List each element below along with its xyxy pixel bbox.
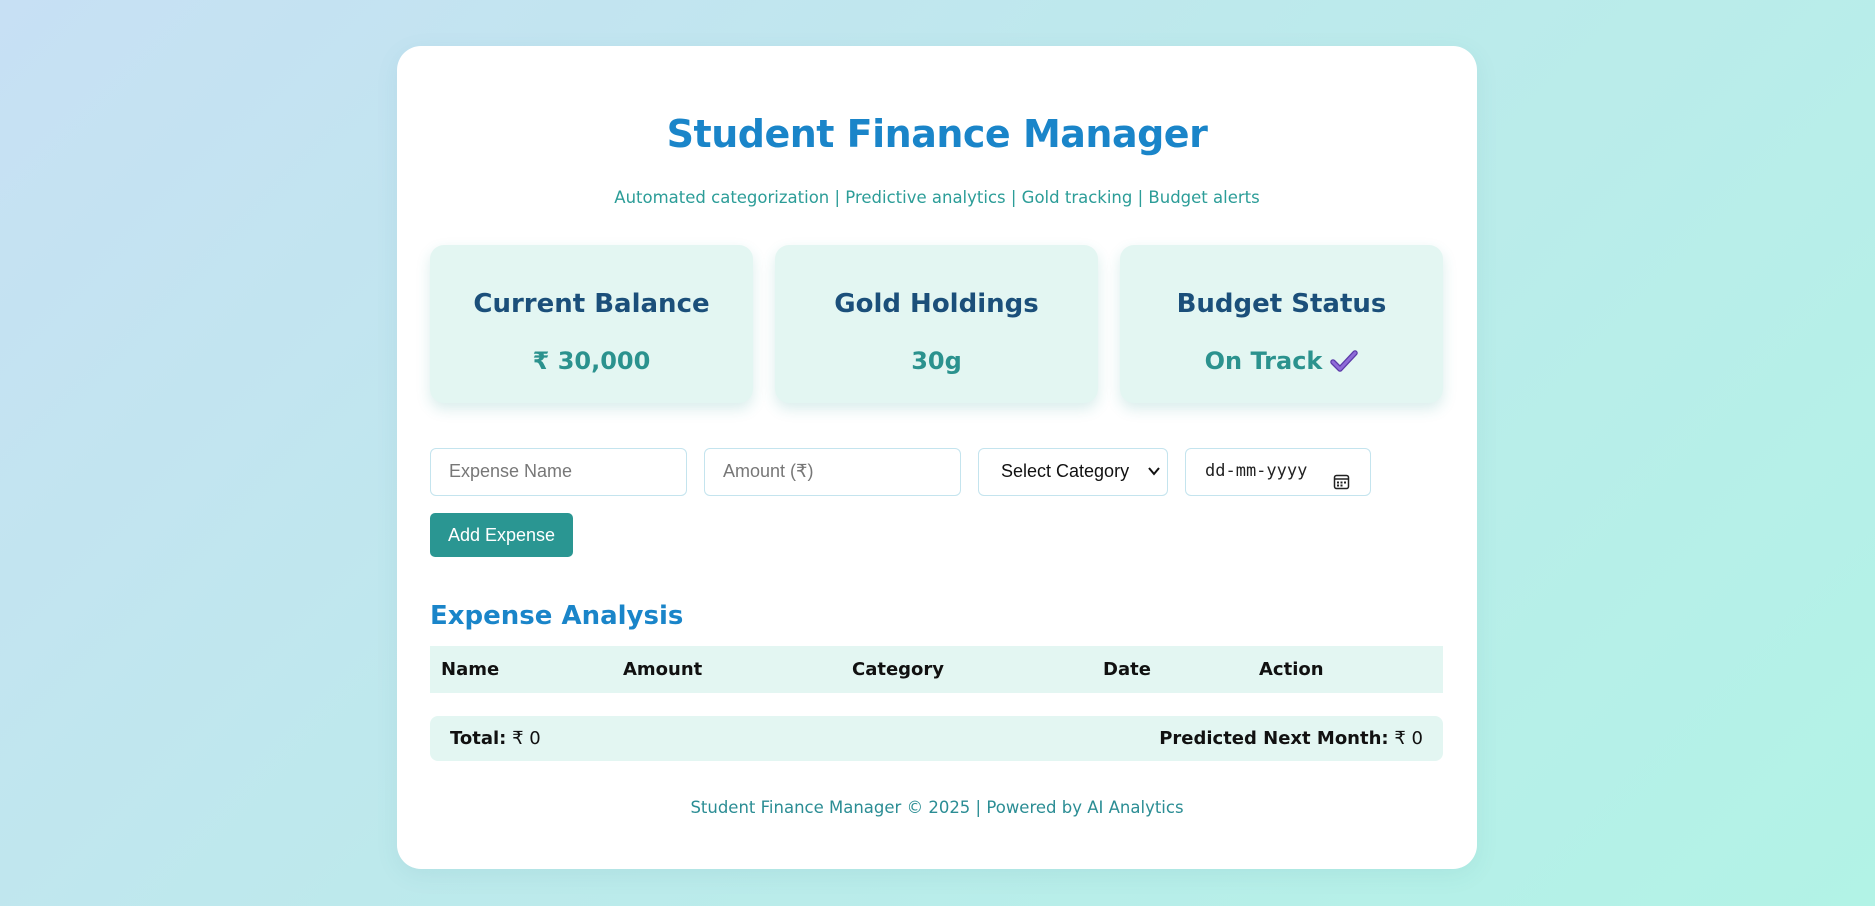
page-title: Student Finance Manager — [666, 112, 1208, 156]
date-input[interactable]: dd-mm-yyyy — [1185, 448, 1371, 496]
chevron-down-icon — [1147, 449, 1161, 511]
amount-input[interactable]: Amount (₹) — [704, 448, 961, 496]
stat-card-budget: Budget Status On Track — [1120, 245, 1443, 403]
total-label: Total: — [450, 728, 507, 749]
stat-card-balance: Current Balance ₹ 30,000 — [430, 245, 753, 403]
column-header-action: Action — [1259, 659, 1324, 680]
stat-value: 30g — [911, 347, 962, 375]
calendar-icon[interactable] — [1333, 463, 1350, 508]
stats-row: Current Balance ₹ 30,000 Gold Holdings 3… — [430, 245, 1443, 403]
footer-text: Student Finance Manager © 2025 | Powered… — [690, 798, 1184, 817]
date-placeholder: dd-mm-yyyy — [1205, 461, 1308, 481]
predicted-value: ₹ 0 — [1394, 728, 1423, 749]
total-value: ₹ 0 — [512, 728, 541, 749]
stat-card-gold: Gold Holdings 30g — [775, 245, 1098, 403]
page-subtitle: Automated categorization | Predictive an… — [614, 188, 1260, 207]
predicted-amount: Predicted Next Month: ₹ 0 — [1159, 728, 1423, 749]
stat-label: Gold Holdings — [834, 289, 1039, 319]
total-amount: Total: ₹ 0 — [450, 728, 541, 749]
category-select-value: Select Category — [1001, 461, 1130, 481]
main-card: Student Finance Manager Automated catego… — [397, 46, 1477, 869]
expense-summary: Total: ₹ 0 Predicted Next Month: ₹ 0 — [430, 716, 1443, 761]
add-expense-button[interactable]: Add Expense — [430, 513, 573, 557]
stat-label: Current Balance — [473, 289, 710, 319]
stat-value-wrap: On Track — [1120, 347, 1443, 379]
predicted-label: Predicted Next Month: — [1159, 728, 1389, 749]
expense-analysis-title: Expense Analysis — [430, 601, 684, 631]
stat-label: Budget Status — [1176, 289, 1387, 319]
column-header-date: Date — [1103, 659, 1151, 680]
category-select[interactable]: Select Category — [978, 448, 1168, 496]
column-header-name: Name — [441, 659, 500, 680]
column-header-category: Category — [852, 659, 945, 680]
expense-table-header: Name Amount Category Date Action — [430, 646, 1443, 693]
stat-value: ₹ 30,000 — [532, 347, 651, 375]
budget-status-text: On Track — [1204, 347, 1323, 375]
check-mark-icon — [1330, 349, 1359, 379]
column-header-amount: Amount — [623, 659, 703, 680]
expense-name-input[interactable]: Expense Name — [430, 448, 687, 496]
